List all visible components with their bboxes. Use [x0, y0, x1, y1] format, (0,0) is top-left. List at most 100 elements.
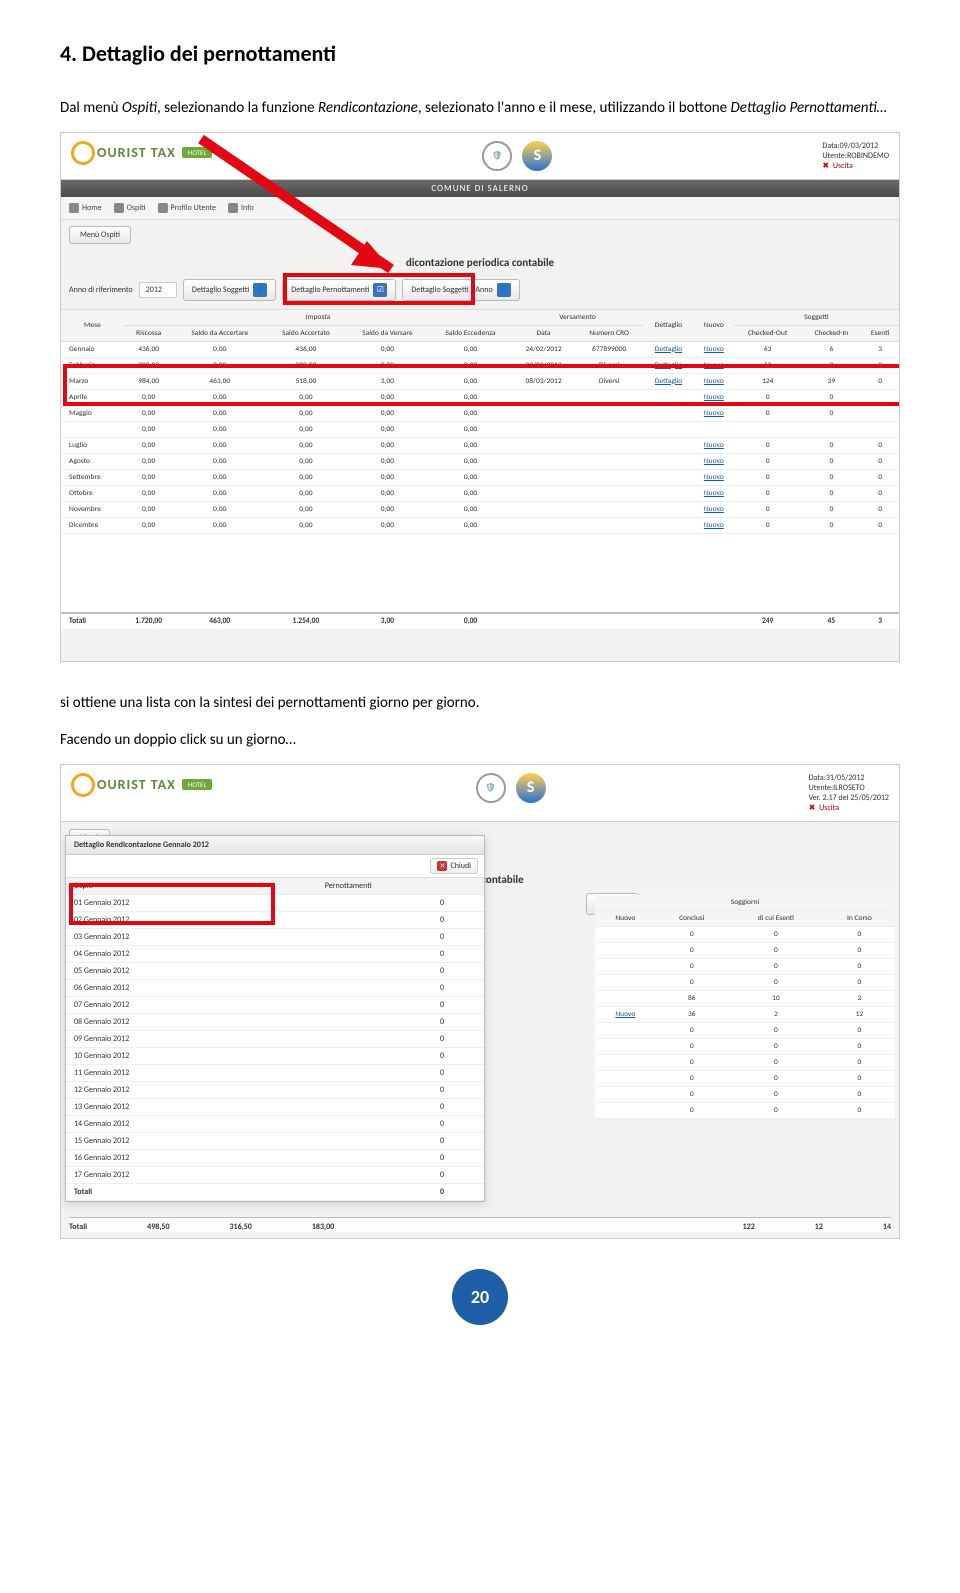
user-year-icon: 👤 — [497, 283, 511, 297]
home-icon — [69, 203, 79, 213]
th-nuovo: Nuovo — [694, 309, 734, 341]
bt-a: 498,50 — [147, 1222, 169, 1232]
table-row: Aprile0,000,000,000,000,00Nuovo00 — [61, 389, 899, 405]
nav-ospiti[interactable]: Ospiti — [114, 203, 146, 213]
bt-f: 14 — [883, 1222, 891, 1232]
th-soggetti-group: Soggetti — [734, 309, 899, 325]
th-checked-in: Checked-In — [802, 325, 862, 341]
list-item[interactable]: 06 Gennaio 20120 — [66, 979, 484, 996]
app-logo-2: OURIST TAX HOTEL — [71, 773, 212, 797]
list-item[interactable]: 04 Gennaio 20120 — [66, 945, 484, 962]
list-item[interactable]: 12 Gennaio 20120 — [66, 1081, 484, 1098]
anno-select[interactable]: 2012 — [139, 282, 177, 298]
menu-ospiti-button[interactable]: Menù Ospiti — [69, 226, 131, 244]
nav-home[interactable]: Home — [69, 203, 102, 213]
guests-icon — [114, 203, 124, 213]
logout-link[interactable]: ✖ Uscita — [822, 161, 889, 171]
totals-label: Totali — [61, 613, 124, 630]
dialog-totali-label: Totali — [66, 1183, 317, 1200]
dialog-title-text: Dettaglio Rendicontazione Gennaio 2012 — [74, 840, 209, 850]
nav-home-label: Home — [82, 203, 102, 213]
logout-label: Uscita — [833, 161, 853, 171]
list-item[interactable]: 05 Gennaio 20120 — [66, 962, 484, 979]
dettaglio-soggetti-anno-button[interactable]: Dettaglio Soggetti / Anno 👤 — [402, 279, 519, 301]
header-user: Utente:ROBINDEMO — [822, 151, 889, 161]
section-title: 4. Dettaglio dei pernottamenti — [60, 40, 900, 67]
header-user-2: Utente:ILROSETO — [809, 783, 889, 793]
list-item[interactable]: 10 Gennaio 20120 — [66, 1047, 484, 1064]
th-imposta-group: Imposta — [124, 309, 512, 325]
bt-b: 316,50 — [230, 1222, 252, 1232]
screenshot-1: OURIST TAX HOTEL 🛡️ S Data:09/03/2012 Ut… — [60, 132, 900, 662]
th-incorso: In Corso — [824, 910, 895, 926]
logo-hotel-badge: HOTEL — [182, 147, 213, 158]
soggiorni-side-table: Soggiorni Nuovo Conclusi di cui Esenti I… — [595, 895, 895, 1119]
th-accertato: Saldo Accertato — [266, 325, 346, 341]
screenshot-2: OURIST TAX HOTEL 🛡️ S Data:31/05/2012 Ut… — [60, 764, 900, 1239]
list-item[interactable]: 13 Gennaio 20120 — [66, 1098, 484, 1115]
list-item[interactable]: 08 Gennaio 20120 — [66, 1013, 484, 1030]
logo-o-icon — [71, 141, 95, 165]
nav-info[interactable]: Info — [228, 203, 254, 213]
anno-label: Anno di riferimento — [69, 285, 133, 295]
nav-info-label: Info — [241, 203, 254, 213]
th-esenti: Esenti — [861, 325, 899, 341]
app-header: OURIST TAX HOTEL 🛡️ S Data:09/03/2012 Ut… — [61, 133, 899, 180]
list-item[interactable]: 17 Gennaio 20120 — [66, 1166, 484, 1183]
paragraph-3: Facendo un doppio click su un giorno… — [60, 729, 900, 752]
th-versamento-group: Versamento — [512, 309, 643, 325]
bt-e: 12 — [815, 1222, 823, 1232]
table-row: 000 — [595, 1102, 895, 1118]
totals-accertato: 1.254,00 — [266, 613, 346, 630]
list-item[interactable]: 07 Gennaio 20120 — [66, 996, 484, 1013]
table-row: Novembre0,000,000,000,000,00Nuovo000 — [61, 501, 899, 517]
logout-link-2[interactable]: ✖ Uscita — [809, 803, 889, 813]
bt-c: 183,00 — [312, 1222, 334, 1232]
table-row: Febbraio300,000,00300,000,000,0003/03/20… — [61, 357, 899, 373]
th-nuovo-2: Nuovo — [595, 910, 656, 926]
list-item[interactable]: 15 Gennaio 20120 — [66, 1132, 484, 1149]
table-row: 000 — [595, 1054, 895, 1070]
totals-ci: 45 — [802, 613, 862, 630]
logo-text-2: OURIST TAX — [97, 776, 176, 793]
table-row: Marzo984,00463,00518,003,000,0008/03/201… — [61, 373, 899, 389]
th-esenti-2: di cui Esenti — [728, 910, 824, 926]
list-item[interactable]: 02 Gennaio 20120 — [66, 911, 484, 928]
list-item[interactable]: 14 Gennaio 20120 — [66, 1115, 484, 1132]
th-dettaglio: Dettaglio — [643, 309, 694, 341]
bottom-totals: Totali 498,50 316,50 183,00 122 12 14 — [69, 1217, 891, 1232]
totals-co: 249 — [734, 613, 802, 630]
dett-sogg-anno-label: Dettaglio Soggetti / Anno — [411, 285, 492, 295]
list-item[interactable]: 03 Gennaio 20120 — [66, 928, 484, 945]
list-item[interactable]: 09 Gennaio 20120 — [66, 1030, 484, 1047]
table-row: 000 — [595, 1070, 895, 1086]
close-button[interactable]: ✕ Chiudi — [430, 858, 478, 874]
intro-pre: Dal menù — [60, 99, 122, 117]
table-row: 000 — [595, 926, 895, 942]
th-da-versare: Saldo da Versare — [346, 325, 429, 341]
header-right: Data:09/03/2012 Utente:ROBINDEMO ✖ Uscit… — [822, 141, 889, 171]
s-badge-icon: S — [522, 141, 552, 171]
bt-d: 122 — [743, 1222, 755, 1232]
city-crest-icon: 🛡️ — [482, 141, 512, 171]
table-row: 000 — [595, 1022, 895, 1038]
dettaglio-soggetti-button[interactable]: Dettaglio Soggetti 👤 — [183, 279, 276, 301]
th-mese: Mese — [61, 309, 124, 341]
table-row: Gennaio436,000,00436,000,000,0024/02/201… — [61, 341, 899, 357]
rendicontazione-table: Mese Imposta Versamento Dettaglio Nuovo … — [61, 309, 899, 631]
nav-profilo[interactable]: Profilo Utente — [158, 203, 217, 213]
list-item[interactable]: 11 Gennaio 20120 — [66, 1064, 484, 1081]
dettaglio-pernottamenti-button[interactable]: Dettaglio Pernottamenti ☑ — [282, 279, 396, 301]
dett-sogg-label: Dettaglio Soggetti — [192, 285, 249, 295]
intro-ospiti: Ospiti — [122, 99, 157, 117]
logout-icon: ✖ — [809, 803, 816, 813]
dialog-titlebar: Dettaglio Rendicontazione Gennaio 2012 — [66, 836, 484, 855]
list-item[interactable]: 01 Gennaio 20120 — [66, 894, 484, 911]
dett-pern-label: Dettaglio Pernottamenti — [291, 285, 369, 295]
profile-icon — [158, 203, 168, 213]
table-row: 000 — [595, 1038, 895, 1054]
intro-rend: Rendicontazione — [318, 99, 418, 117]
table-row: Settembre0,000,000,000,000,00Nuovo000 — [61, 469, 899, 485]
list-item[interactable]: 16 Gennaio 20120 — [66, 1149, 484, 1166]
th-cro: Numero CRO — [575, 325, 643, 341]
